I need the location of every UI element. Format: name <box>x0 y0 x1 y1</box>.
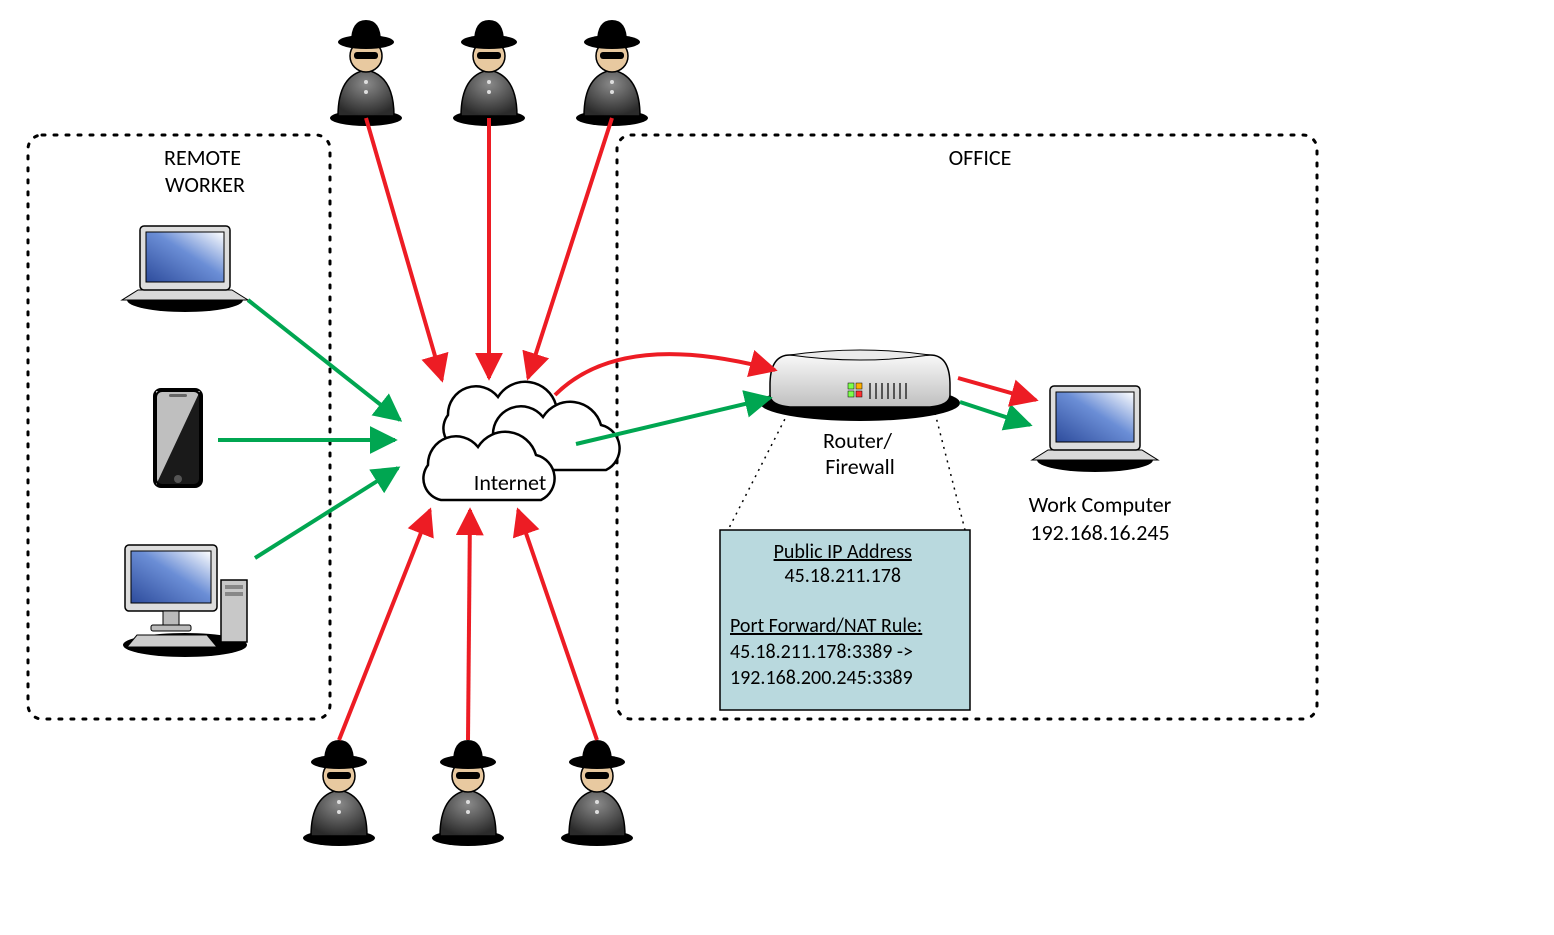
laptop-icon <box>122 226 248 312</box>
remote-worker-label: REMOTE WORKER <box>164 144 246 198</box>
hacker-icon <box>303 740 375 846</box>
callout-line <box>935 413 965 530</box>
hacker-icon <box>576 20 648 126</box>
hacker-icon <box>330 20 402 126</box>
work-computer-ip: 192.168.16.245 <box>1030 519 1169 546</box>
hacker-icon <box>432 740 504 846</box>
work-computer-icon <box>1032 386 1158 472</box>
office-label: OFFICE <box>949 144 1012 171</box>
hacker-icon <box>561 740 633 846</box>
router-icon <box>760 350 960 421</box>
work-computer-label: Work Computer <box>1029 491 1172 518</box>
router-label: Router/ Firewall <box>823 427 897 480</box>
legit-traffic-arrows <box>218 300 1030 558</box>
network-diagram: REMOTE WORKER OFFICE Internet <box>0 0 1554 935</box>
desktop-icon <box>123 545 247 657</box>
callout-line <box>728 413 788 530</box>
phone-icon <box>153 388 203 488</box>
internet-label: Internet <box>474 469 546 496</box>
hacker-icon <box>453 20 525 126</box>
